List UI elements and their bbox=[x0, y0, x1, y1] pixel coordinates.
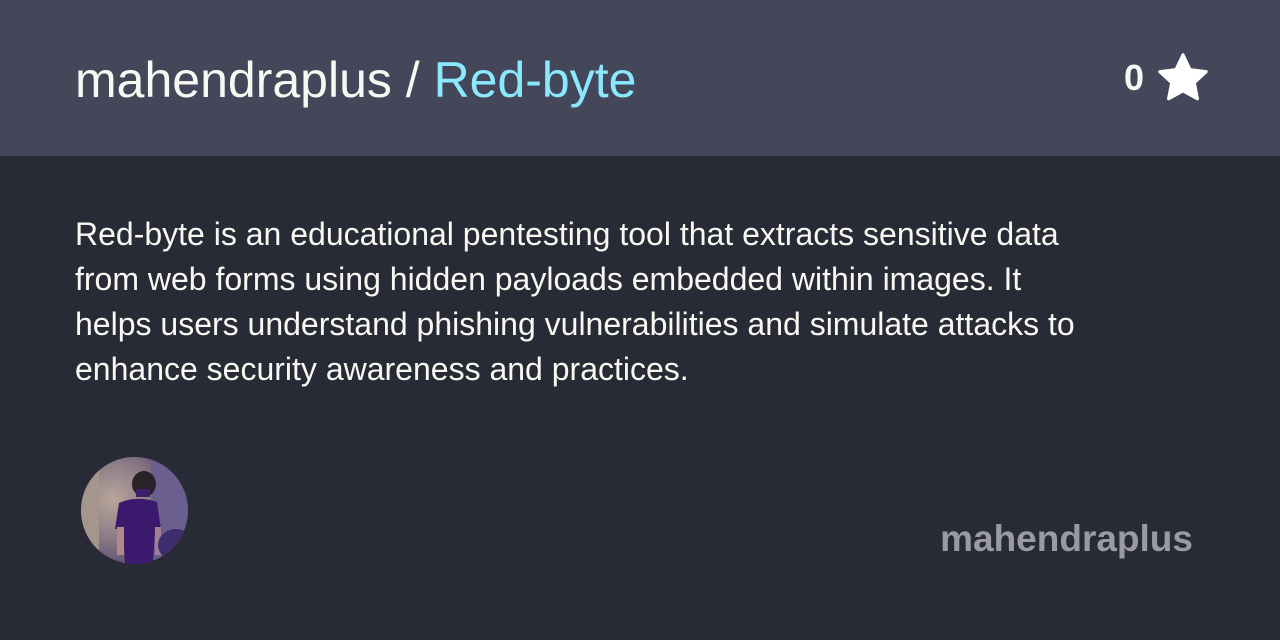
repo-description: Red-byte is an educational pentesting to… bbox=[75, 216, 1075, 387]
avatar[interactable] bbox=[81, 457, 188, 564]
star-counter[interactable]: 0 bbox=[1124, 52, 1210, 104]
separator: / bbox=[391, 52, 434, 108]
avatar-image bbox=[81, 457, 188, 564]
author-name[interactable]: mahendraplus bbox=[940, 518, 1193, 560]
header: mahendraplus / Red-byte 0 bbox=[0, 0, 1280, 156]
repo-title: mahendraplus / Red-byte bbox=[75, 50, 636, 110]
star-count: 0 bbox=[1123, 57, 1144, 98]
repo-name[interactable]: Red-byte bbox=[434, 52, 637, 108]
star-icon bbox=[1158, 53, 1208, 101]
owner-name[interactable]: mahendraplus bbox=[75, 52, 392, 108]
